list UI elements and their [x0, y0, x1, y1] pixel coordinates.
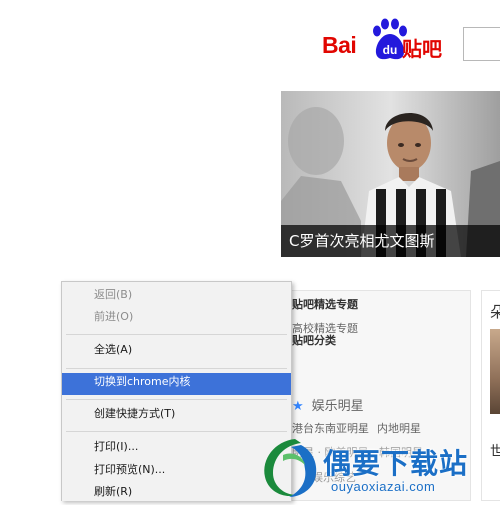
watermark-logo-icon: [264, 439, 317, 497]
tieba-logo[interactable]: Bai du 贴吧: [322, 18, 447, 62]
menu-item-forward[interactable]: 前进(O): [62, 308, 291, 330]
watermark-title: 偶要下载站: [323, 447, 469, 480]
banner-caption[interactable]: C罗首次亮相尤文图斯: [289, 230, 434, 251]
site-watermark: 偶要下载站 ouyaoxiazai.com: [255, 433, 500, 501]
card-image: [490, 329, 500, 414]
menu-separator: [66, 334, 287, 335]
menu-item-select-all[interactable]: 全选(A): [62, 341, 291, 363]
menu-separator: [66, 368, 287, 369]
menu-separator: [66, 399, 287, 400]
category-entertainment-label: 娱乐明星: [311, 399, 364, 414]
menu-item-create-shortcut[interactable]: 创建快捷方式(T): [62, 405, 291, 427]
card-title: 朵: [490, 301, 500, 322]
featured-topics-title: 贴吧精选专题: [292, 298, 358, 311]
category-title: 贴吧分类: [292, 334, 336, 347]
menu-separator: [66, 431, 287, 432]
menu-item-switch-chrome-kernel[interactable]: 切换到chrome内核: [62, 373, 291, 395]
menu-item-back[interactable]: 返回(B): [62, 286, 291, 308]
watermark-url: ouyaoxiazai.com: [331, 479, 436, 494]
banner-carousel[interactable]: C罗首次亮相尤文图斯: [281, 91, 500, 257]
category-entertainment[interactable]: ★ 娱乐明星: [292, 395, 364, 414]
search-input[interactable]: [463, 27, 500, 61]
star-icon: ★: [292, 399, 304, 414]
logo-bai-text: Bai: [322, 32, 357, 58]
logo-tieba-text: 贴吧: [402, 37, 442, 61]
logo-du-text: du: [383, 43, 398, 57]
